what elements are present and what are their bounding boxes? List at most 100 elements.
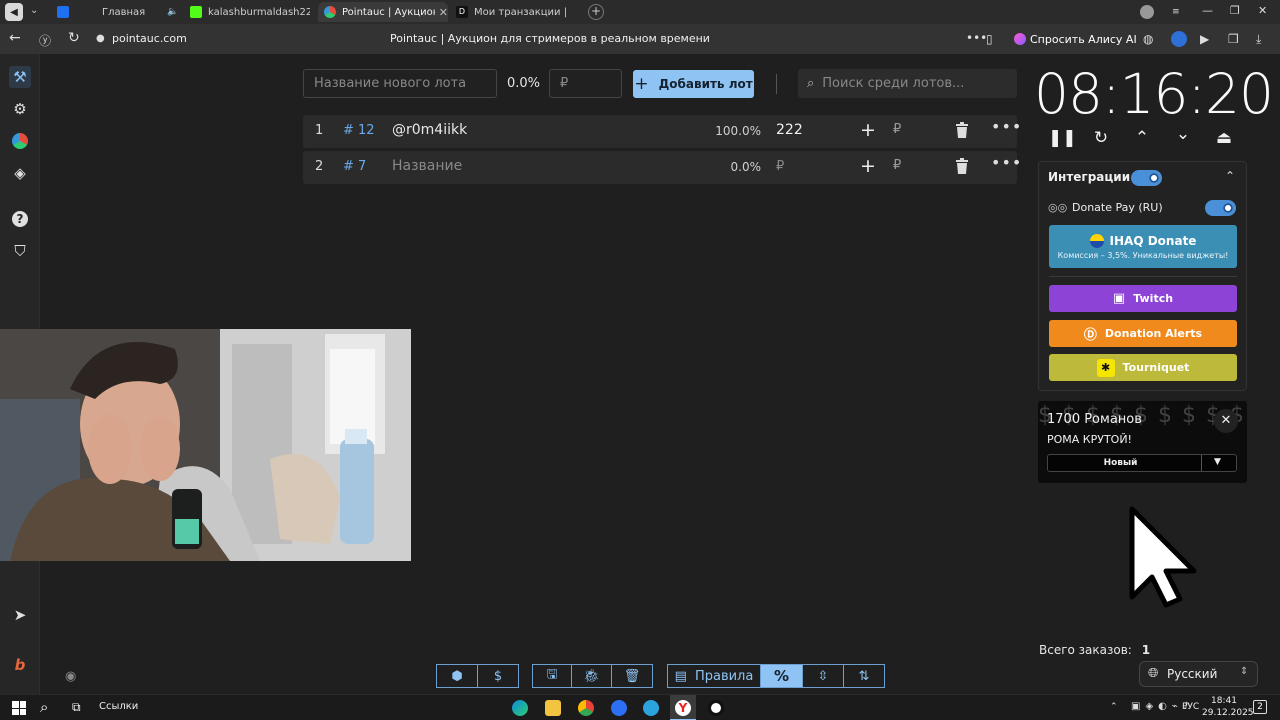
- layers-icon[interactable]: ◈: [9, 162, 31, 184]
- new-tab-button[interactable]: +: [588, 4, 604, 20]
- integrations-toggle[interactable]: [1131, 170, 1162, 186]
- task-view-icon[interactable]: ⧉: [72, 700, 81, 715]
- minimize-icon[interactable]: —: [1202, 4, 1213, 17]
- obs-icon[interactable]: [708, 700, 724, 716]
- yandex-browser-icon[interactable]: Y: [675, 700, 691, 716]
- search-lots-input[interactable]: ⌕ Поиск среди лотов...: [798, 69, 1017, 98]
- boosty-icon[interactable]: b: [9, 654, 31, 676]
- ihaq-icon: [1089, 233, 1104, 248]
- search-icon[interactable]: ⌕: [40, 698, 48, 716]
- tab-list-icon[interactable]: ⌄: [30, 5, 38, 16]
- clear-button[interactable]: 🗑︎: [611, 664, 653, 688]
- status-select[interactable]: Новый ▼: [1047, 454, 1237, 472]
- menu-icon[interactable]: ≡: [1172, 7, 1180, 17]
- ihaq-donate-button[interactable]: IHAQ Donate Комиссия – 3,5%. Уникальные …: [1049, 225, 1237, 268]
- input-language[interactable]: РУС: [1182, 702, 1199, 712]
- delete-icon[interactable]: [955, 158, 969, 178]
- lot-currency[interactable]: ₽: [893, 122, 901, 137]
- shield-icon[interactable]: ⛉: [9, 240, 31, 262]
- add-amount-icon[interactable]: +: [860, 155, 876, 177]
- select-divider: [1201, 455, 1202, 471]
- help-icon[interactable]: ?: [9, 208, 31, 230]
- lot-name[interactable]: @r0m4iikk: [392, 122, 467, 138]
- notifications-icon[interactable]: 2: [1253, 700, 1267, 714]
- lot-row: 2 # 7 Название 0.0% ₽ + ₽ •••: [303, 151, 1021, 184]
- telegram-icon[interactable]: [643, 700, 659, 716]
- eye-icon[interactable]: ◉: [65, 669, 76, 684]
- tab-label: kalashburmaldash228 Stre: [208, 6, 310, 18]
- lot-name[interactable]: Название: [392, 158, 462, 174]
- new-lot-amount-input[interactable]: ₽: [549, 69, 622, 98]
- download-icon[interactable]: ⤓: [1256, 32, 1261, 47]
- restart-icon[interactable]: ↻: [1089, 128, 1113, 148]
- sort-toggle[interactable]: ⇅: [843, 664, 885, 688]
- chevron-down-icon[interactable]: ⌄: [1171, 124, 1195, 144]
- close-icon[interactable]: ✕: [1214, 409, 1238, 433]
- add-lot-button[interactable]: + Добавить лот: [633, 70, 754, 98]
- lot-amount[interactable]: 222: [776, 122, 803, 138]
- bug-button[interactable]: 🐞︎: [571, 664, 612, 688]
- chevron-up-icon[interactable]: ⌃: [1225, 169, 1235, 183]
- extension-icon[interactable]: [1171, 31, 1187, 47]
- wheel-icon[interactable]: [9, 130, 31, 152]
- profile-avatar[interactable]: [1140, 5, 1154, 19]
- collapse-icon[interactable]: ⏏: [1212, 128, 1236, 148]
- tab-donatepay[interactable]: D Мои транзакции | Donate: [456, 2, 586, 22]
- lot-amount[interactable]: ₽: [776, 159, 784, 174]
- more-icon[interactable]: •••: [966, 31, 987, 45]
- more-icon[interactable]: •••: [991, 117, 1022, 136]
- links-toolbar[interactable]: Ссылки: [99, 701, 138, 712]
- speaker-icon[interactable]: ◀: [5, 3, 23, 21]
- delete-icon[interactable]: [955, 122, 969, 142]
- chrome-icon[interactable]: [578, 700, 594, 716]
- lot-fast-id[interactable]: # 12: [343, 123, 375, 138]
- tab-pointauc[interactable]: Pointauc | Аукцион для ✕: [318, 2, 448, 22]
- translate-icon[interactable]: ◍: [1143, 32, 1153, 46]
- rules-button[interactable]: ▤ Правила: [667, 664, 761, 688]
- mute-icon[interactable]: 🔈: [167, 7, 178, 17]
- save-button[interactable]: 🖫︎: [532, 664, 572, 688]
- compact-toggle[interactable]: ⇳: [802, 664, 844, 688]
- percent-toggle[interactable]: %: [760, 664, 803, 688]
- donate-button[interactable]: $: [477, 664, 519, 688]
- close-icon[interactable]: ✕: [439, 6, 448, 19]
- github-button[interactable]: ⬢: [436, 664, 478, 688]
- donation-card: $$$$$$$$$$$$$$$$$$$$$$$$$$$$$$$$$$$$ 170…: [1038, 401, 1247, 483]
- ask-alice-button[interactable]: Спросить Алису AI: [1010, 29, 1145, 49]
- app-icon[interactable]: [611, 700, 627, 716]
- settings-icon[interactable]: ⚙: [9, 98, 31, 120]
- tray-chevron-icon[interactable]: ⌃: [1110, 702, 1118, 712]
- auction-icon[interactable]: ⚒: [9, 66, 31, 88]
- donation-alerts-button[interactable]: Ⓓ Donation Alerts: [1049, 320, 1237, 347]
- address-bar: ← ⓨ ↻ ● pointauc.com Pointauc | Аукцион …: [0, 24, 1280, 54]
- play-icon[interactable]: ▶: [1200, 32, 1209, 46]
- edge-icon[interactable]: [512, 700, 528, 716]
- language-select[interactable]: 🌐︎ Русский ⇕: [1139, 661, 1258, 687]
- tab-kick[interactable]: kalashburmaldash228 Stre: [190, 2, 310, 22]
- lot-currency[interactable]: ₽: [893, 158, 901, 173]
- tab-main[interactable]: Главная 🔈 ✕: [84, 2, 180, 22]
- pause-icon[interactable]: ❚❚: [1048, 128, 1077, 148]
- maximize-icon[interactable]: ❐: [1230, 4, 1240, 17]
- clock-date[interactable]: 29.12.2025: [1202, 708, 1254, 718]
- windows-start-icon[interactable]: [12, 701, 26, 715]
- new-lot-name-input[interactable]: Название нового лота: [303, 69, 497, 98]
- pinned-tab-icon[interactable]: [57, 6, 69, 18]
- donatepay-toggle[interactable]: [1205, 200, 1236, 216]
- ihaq-subtitle: Комиссия – 3,5%. Уникальные виджеты!: [1057, 250, 1229, 260]
- explorer-icon[interactable]: [545, 700, 561, 716]
- dropdown-icon[interactable]: ▼: [1214, 457, 1221, 467]
- lot-fast-id[interactable]: # 7: [343, 159, 366, 174]
- more-icon[interactable]: •••: [991, 153, 1022, 172]
- collections-icon[interactable]: ❒: [1228, 32, 1239, 46]
- twitch-button[interactable]: ▣ Twitch: [1049, 285, 1237, 312]
- tourniquet-button[interactable]: ✱ Tourniquet: [1049, 354, 1237, 381]
- bookmark-icon[interactable]: ▯: [986, 32, 993, 46]
- add-amount-icon[interactable]: +: [860, 119, 876, 141]
- lot-percent: 100.0%: [715, 124, 761, 138]
- window-close-icon[interactable]: ✕: [1258, 4, 1267, 17]
- clock-time[interactable]: 18:41: [1204, 696, 1244, 706]
- telegram-icon[interactable]: ➤: [9, 604, 31, 626]
- dollar-icon: $: [493, 668, 503, 684]
- chevron-up-icon[interactable]: ⌃: [1130, 128, 1154, 148]
